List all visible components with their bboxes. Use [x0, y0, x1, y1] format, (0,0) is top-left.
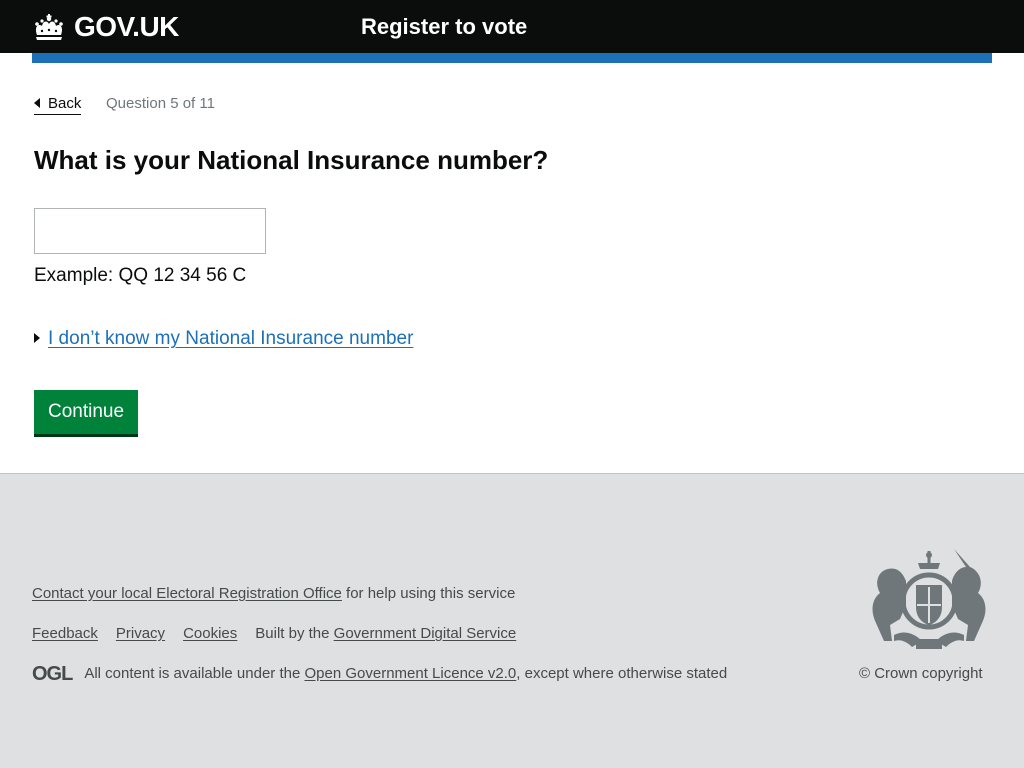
licence-text: All content is available under the Open … [84, 664, 727, 684]
footer-link-feedback[interactable]: Feedback [32, 624, 98, 644]
back-label: Back [48, 95, 82, 112]
triangle-right-icon [34, 333, 40, 343]
contact-ero-link[interactable]: Contact your local Electoral Registratio… [32, 585, 342, 602]
ogl-licence-link[interactable]: Open Government Licence v2.0 [304, 665, 516, 682]
footer-links-row: Feedback Privacy Cookies Built by the Go… [32, 624, 516, 644]
back-link[interactable]: Back [34, 94, 82, 115]
page-title: What is your National Insurance number? [34, 145, 549, 175]
licence-prefix: All content is available under the [84, 665, 305, 682]
licence-suffix: , except where otherwise stated [516, 665, 728, 682]
contact-suffix-text: for help using this service [341, 585, 516, 602]
logo-text: GOV.UK [74, 11, 179, 42]
royal-coat-of-arms-icon [866, 549, 992, 653]
built-by-text: Built by the Government Digital Service [255, 624, 516, 644]
gds-link[interactable]: Government Digital Service [334, 625, 517, 642]
site-footer: Contact your local Electoral Registratio… [0, 473, 1024, 768]
triangle-left-icon [34, 98, 40, 108]
footer-licence-row: OGL All content is available under the O… [32, 664, 727, 684]
govuk-logo-link[interactable]: GOV.UK [32, 10, 179, 44]
header-accent-bar [32, 53, 992, 63]
footer-link-privacy[interactable]: Privacy [116, 624, 165, 644]
ni-help-disclosure[interactable]: I don’t know my National Insurance numbe… [34, 327, 413, 351]
footer-contact-row: Contact your local Electoral Registratio… [32, 584, 515, 604]
service-name-link[interactable]: Register to vote [361, 12, 527, 42]
built-by-prefix: Built by the [255, 625, 334, 642]
input-hint: Example: QQ 12 34 56 C [34, 265, 247, 286]
crown-copyright-text: © Crown copyright [859, 665, 983, 682]
question-progress: Question 5 of 11 [106, 95, 215, 112]
site-header: GOV.UK Register to vote [0, 0, 1024, 53]
ni-help-link[interactable]: I don’t know my National Insurance numbe… [48, 328, 413, 349]
ogl-logo-icon: OGL [32, 663, 73, 685]
continue-button[interactable]: Continue [34, 390, 138, 437]
national-insurance-number-input[interactable] [34, 208, 266, 254]
crown-icon [32, 13, 66, 41]
footer-link-cookies[interactable]: Cookies [183, 624, 237, 644]
